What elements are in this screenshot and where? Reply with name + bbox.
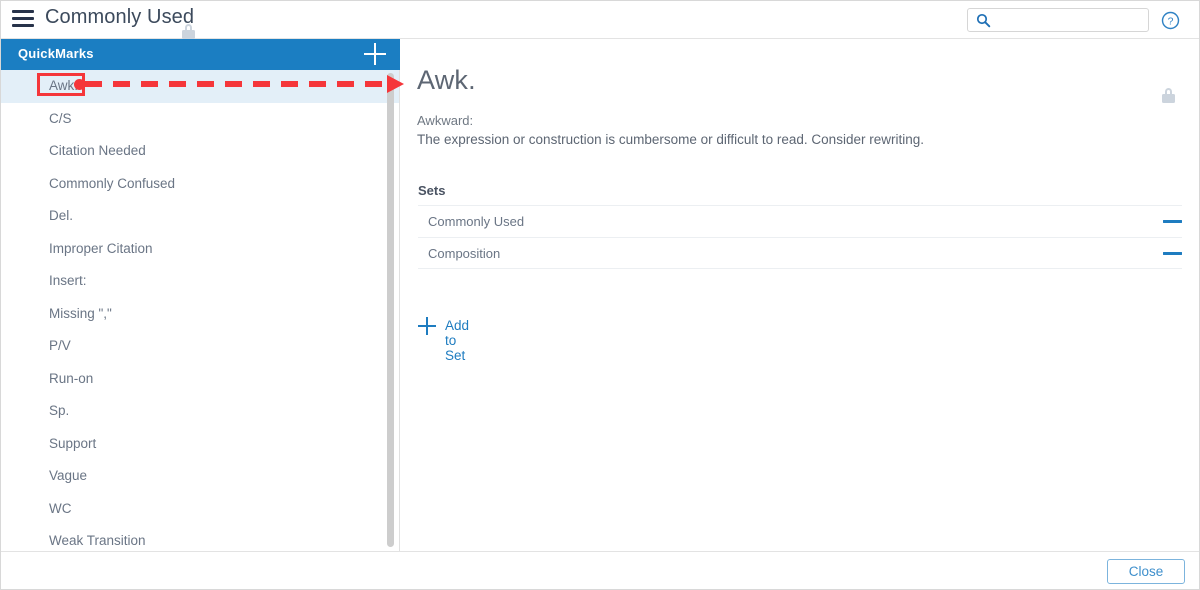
quickmark-label: WC <box>49 500 72 516</box>
quickmark-detail-panel: Awk. Awkward: The expression or construc… <box>400 39 1199 551</box>
quickmark-item[interactable]: C/S <box>1 103 399 136</box>
set-name: Commonly Used <box>428 214 525 229</box>
plus-icon <box>418 317 436 335</box>
hamburger-menu-icon[interactable] <box>12 10 34 28</box>
remove-from-set-icon[interactable] <box>1163 220 1182 224</box>
quickmark-item[interactable]: Run-on <box>1 363 399 396</box>
quickmark-item[interactable]: Insert: <box>1 265 399 298</box>
detail-description-body: The expression or construction is cumber… <box>417 132 924 147</box>
sets-list: Commonly Used Composition <box>418 205 1182 269</box>
quickmarks-list-panel: QuickMarks Awk. C/S Citation Needed Comm… <box>1 39 400 551</box>
quickmark-item[interactable]: Support <box>1 428 399 461</box>
dialog-footer: Close <box>1 551 1199 589</box>
quickmark-item[interactable]: WC <box>1 493 399 526</box>
quickmark-item[interactable]: Vague <box>1 460 399 493</box>
page-title: Commonly Used <box>45 6 195 28</box>
add-to-set-label: Add to Set <box>445 318 470 363</box>
quickmark-label: Del. <box>49 208 74 223</box>
quickmark-item[interactable]: Missing "," <box>1 298 399 331</box>
quickmark-label: C/S <box>49 110 72 126</box>
quickmark-label: Commonly Confused <box>49 175 176 191</box>
set-row: Commonly Used <box>418 205 1182 237</box>
quickmark-label: Vague <box>49 468 88 483</box>
top-bar: Commonly Used ? <box>1 1 1199 39</box>
search-box[interactable] <box>967 8 1149 33</box>
quickmark-label: Sp. <box>49 403 70 418</box>
svg-text:?: ? <box>1168 16 1174 27</box>
quickmark-label: Support <box>49 435 97 451</box>
quickmark-label: Insert: <box>49 273 87 288</box>
quickmark-item[interactable]: Commonly Confused <box>1 168 399 201</box>
detail-description-term: Awkward: <box>417 113 474 128</box>
help-circle-icon[interactable]: ? <box>1161 11 1180 30</box>
quickmark-label: Weak Transition <box>49 533 146 548</box>
quickmark-item[interactable]: Citation Needed <box>1 135 399 168</box>
quickmark-item[interactable]: P/V <box>1 330 399 363</box>
quickmark-item[interactable]: Sp. <box>1 395 399 428</box>
close-button[interactable]: Close <box>1107 559 1185 584</box>
quickmark-label: Missing "," <box>49 305 112 321</box>
quickmark-item-awk[interactable]: Awk. <box>1 70 399 103</box>
sets-section-label: Sets <box>418 183 446 198</box>
search-input[interactable] <box>996 9 1148 33</box>
detail-title: Awk. <box>417 65 476 95</box>
quickmark-label: Improper Citation <box>49 240 153 256</box>
quickmark-label: Citation Needed <box>49 143 146 158</box>
title-lock-icon <box>182 11 196 39</box>
quickmark-item[interactable]: Weak Transition <box>1 525 399 551</box>
quickmark-label: Run-on <box>49 370 94 386</box>
quickmarks-header-label: QuickMarks <box>18 46 94 61</box>
quickmarks-list[interactable]: Awk. C/S Citation Needed Commonly Confus… <box>1 70 399 551</box>
add-quickmark-button[interactable] <box>364 43 386 65</box>
quickmarks-header: QuickMarks <box>1 39 400 70</box>
quickmark-item[interactable]: Del. <box>1 200 399 233</box>
set-name: Composition <box>428 246 501 261</box>
quickmark-label: P/V <box>49 338 71 353</box>
detail-lock-icon <box>1162 75 1176 103</box>
search-icon <box>976 13 991 28</box>
quickmark-label: Awk. <box>49 78 79 93</box>
quickmark-item[interactable]: Improper Citation <box>1 233 399 266</box>
quickmarks-manager-window: Commonly Used ? QuickMarks Awk. C/S Cita… <box>0 0 1200 590</box>
set-row: Composition <box>418 237 1182 269</box>
list-scrollbar[interactable] <box>387 73 394 547</box>
remove-from-set-icon[interactable] <box>1163 252 1182 256</box>
